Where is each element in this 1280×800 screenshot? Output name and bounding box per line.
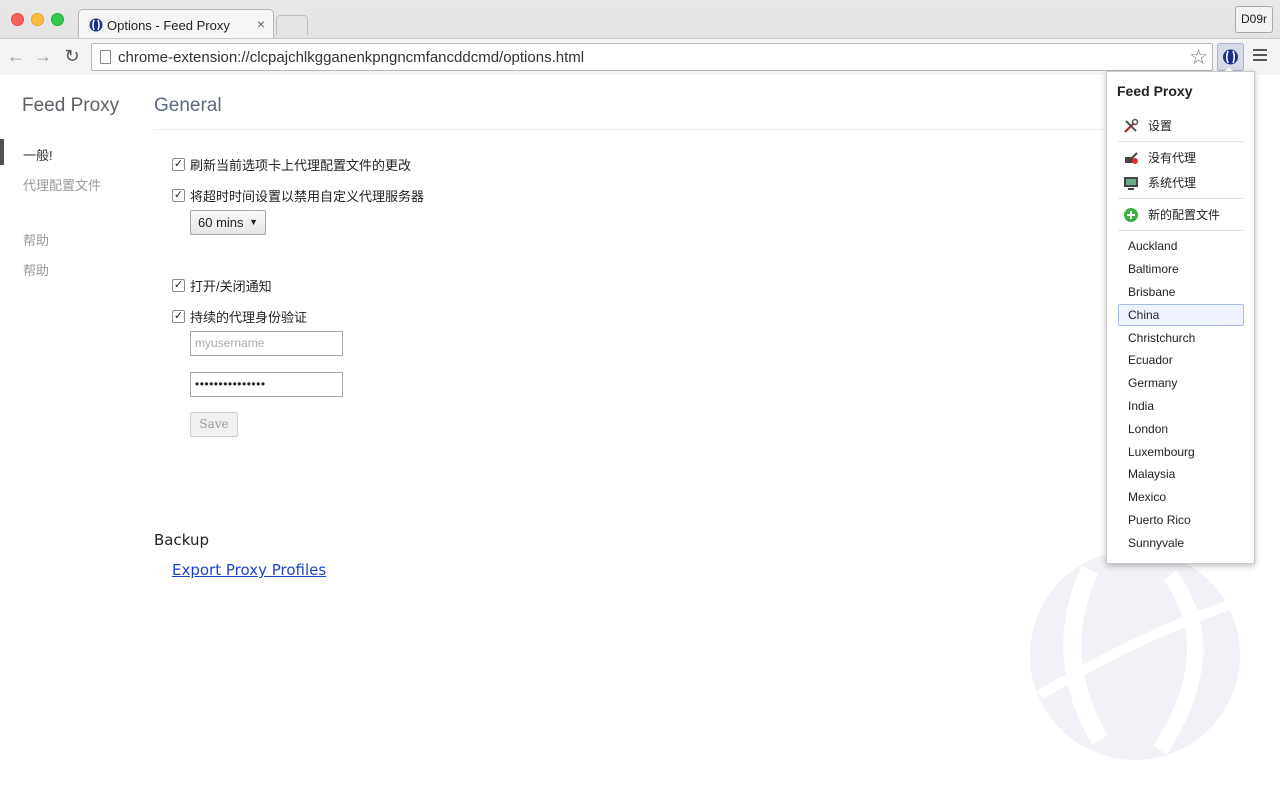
profile-item-ecuador[interactable]: Ecuador <box>1118 349 1244 371</box>
chevron-down-icon: ▼ <box>249 217 258 227</box>
option-label: 刷新当前选项卡上代理配置文件的更改 <box>190 158 412 173</box>
window-maximize-button[interactable] <box>51 13 64 26</box>
feed-proxy-icon <box>89 18 103 32</box>
checkbox-refresh-tab[interactable]: ✓ <box>172 158 185 171</box>
profile-item-malaysia[interactable]: Malaysia <box>1118 463 1244 485</box>
tab-title: Options - Feed Proxy <box>107 18 230 33</box>
popup-item-label: 没有代理 <box>1148 151 1197 165</box>
feed-proxy-watermark-icon <box>1030 550 1240 760</box>
sidebar-item-help[interactable]: 帮助 <box>23 230 49 249</box>
reload-icon[interactable]: ↻ <box>62 46 82 66</box>
page-icon <box>100 50 111 64</box>
export-proxy-profiles-link[interactable]: Export Proxy Profiles <box>172 561 326 579</box>
bookmark-star-icon[interactable]: ☆ <box>1189 45 1208 70</box>
popup-item-label: 设置 <box>1148 119 1173 133</box>
option-refresh-tab[interactable]: ✓ 刷新当前选项卡上代理配置文件的更改 <box>172 155 411 174</box>
section-title-backup: Backup <box>154 531 209 549</box>
save-button[interactable]: Save <box>190 412 238 437</box>
monitor-icon <box>1124 176 1138 190</box>
popup-item-no-proxy[interactable]: 没有代理 <box>1123 149 1196 166</box>
new-tab-button[interactable] <box>276 15 308 35</box>
popup-title: Feed Proxy <box>1117 83 1193 99</box>
profile-item-china-selected[interactable]: China <box>1118 304 1244 326</box>
timeout-select[interactable]: 60 mins ▼ <box>190 210 266 235</box>
sidebar-item-proxy-profiles[interactable]: 代理配置文件 <box>23 175 101 194</box>
profile-item-puerto-rico[interactable]: Puerto Rico <box>1118 509 1244 531</box>
hamburger-menu-icon[interactable] <box>1253 49 1267 63</box>
profile-item-luxembourg[interactable]: Luxembourg <box>1118 441 1244 463</box>
checkbox-persistent-auth[interactable]: ✓ <box>172 310 185 323</box>
checkbox-timeout[interactable]: ✓ <box>172 189 185 202</box>
window-minimize-button[interactable] <box>31 13 44 26</box>
tools-icon <box>1124 118 1139 133</box>
window-close-button[interactable] <box>11 13 24 26</box>
option-timeout[interactable]: ✓ 将超时时间设置以禁用自定义代理服务器 <box>172 186 424 205</box>
app-title: Feed Proxy <box>22 95 120 116</box>
browser-window-chrome: Options - Feed Proxy × D09r ← → ↻ chrome… <box>0 0 1280 75</box>
profile-item-auckland[interactable]: Auckland <box>1118 235 1244 257</box>
username-field[interactable]: myusername <box>190 331 343 356</box>
popup-item-label: 系统代理 <box>1148 176 1197 190</box>
divider <box>154 129 1114 130</box>
tab-close-icon[interactable]: × <box>257 16 265 32</box>
feed-proxy-popup: Feed Proxy 设置 没有代理 系统代理 新的配置文件 Auckland … <box>1106 71 1255 564</box>
popup-item-settings[interactable]: 设置 <box>1123 117 1172 134</box>
browser-tab-options[interactable]: Options - Feed Proxy × <box>78 9 274 39</box>
profile-item-germany[interactable]: Germany <box>1118 372 1244 394</box>
option-label: 持续的代理身份验证 <box>190 310 308 325</box>
options-page: Feed Proxy 一般! 代理配置文件 帮助 帮助 General ✓ 刷新… <box>0 75 1280 800</box>
plug-icon <box>1125 151 1138 164</box>
popup-item-new-profile[interactable]: 新的配置文件 <box>1123 206 1220 223</box>
add-circle-icon <box>1124 207 1138 222</box>
option-label: 打开/关闭通知 <box>190 279 272 294</box>
divider <box>1118 198 1244 199</box>
sidebar-item-general[interactable]: 一般! <box>23 145 53 164</box>
popup-item-system-proxy[interactable]: 系统代理 <box>1123 174 1196 191</box>
option-label: 将超时时间设置以禁用自定义代理服务器 <box>190 189 425 204</box>
popup-item-label: 新的配置文件 <box>1148 208 1221 222</box>
checkbox-notifications[interactable]: ✓ <box>172 279 185 292</box>
profile-item-brisbane[interactable]: Brisbane <box>1118 281 1244 303</box>
timeout-value: 60 mins <box>198 215 244 230</box>
sidebar-item-help-2[interactable]: 帮助 <box>23 260 49 279</box>
profile-item-india[interactable]: India <box>1118 395 1244 417</box>
password-field[interactable]: ••••••••••••••• <box>190 372 343 397</box>
profile-item-baltimore[interactable]: Baltimore <box>1118 258 1244 280</box>
nav-active-indicator <box>0 139 4 165</box>
profile-item-sunnyvale[interactable]: Sunnyvale <box>1118 532 1244 554</box>
url-text[interactable]: chrome-extension://clcpajchlkgganenkpngn… <box>118 49 584 66</box>
back-arrow-icon[interactable]: ← <box>6 46 26 66</box>
address-bar[interactable]: chrome-extension://clcpajchlkgganenkpngn… <box>91 43 1213 71</box>
profile-item-london[interactable]: London <box>1118 418 1244 440</box>
section-title-general: General <box>154 95 222 116</box>
option-persistent-auth[interactable]: ✓ 持续的代理身份验证 <box>172 307 307 326</box>
browser-toolbar: ← → ↻ chrome-extension://clcpajchlkggane… <box>0 38 1280 75</box>
divider <box>1118 230 1244 231</box>
divider <box>1118 141 1244 142</box>
option-notifications[interactable]: ✓ 打开/关闭通知 <box>172 276 272 295</box>
forward-arrow-icon[interactable]: → <box>33 46 53 66</box>
profile-item-mexico[interactable]: Mexico <box>1118 486 1244 508</box>
profile-item-christchurch[interactable]: Christchurch <box>1118 327 1244 349</box>
profile-button[interactable]: D09r <box>1235 6 1273 33</box>
